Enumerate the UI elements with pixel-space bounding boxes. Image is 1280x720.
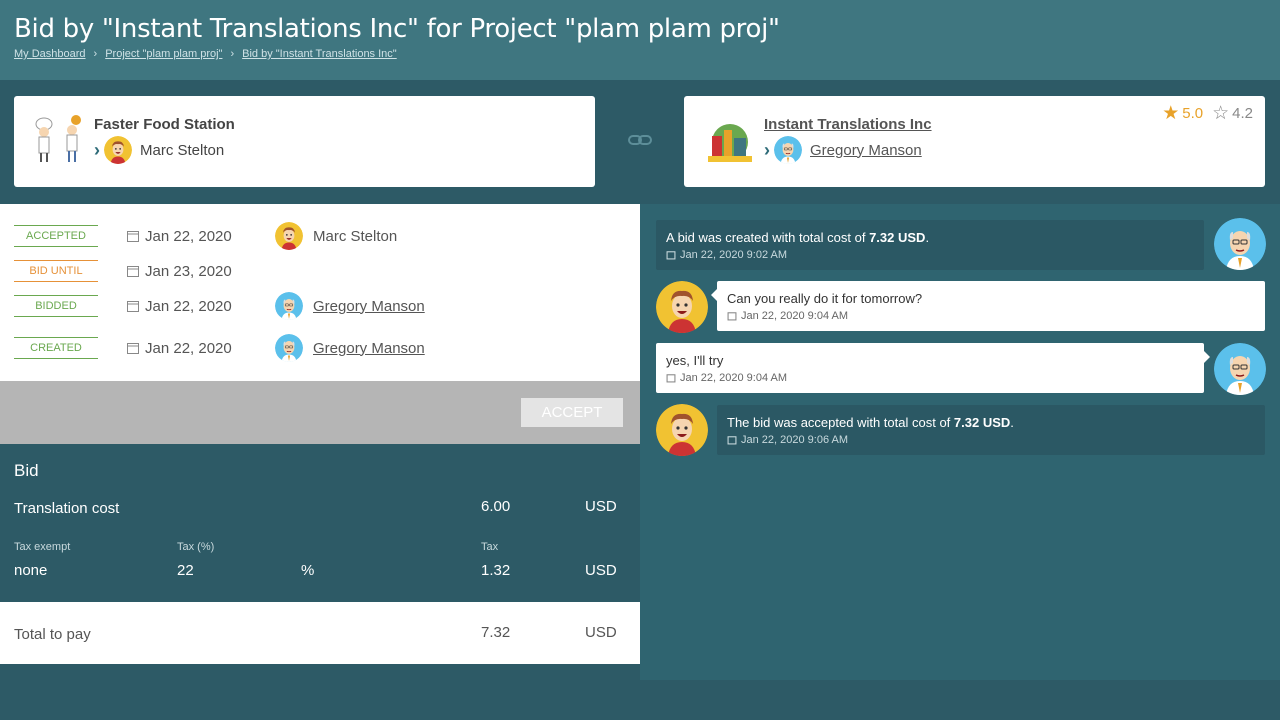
breadcrumb-bid-link[interactable]: Bid by "Instant Translations Inc" — [242, 48, 397, 60]
tax-percent-label: Tax (%) — [177, 541, 215, 553]
tax-percent-value: 22 — [177, 562, 194, 579]
avatar — [104, 136, 132, 164]
calendar-icon — [126, 299, 140, 313]
avatar — [1214, 218, 1266, 270]
message-text: A bid was created with total cost of 7.3… — [666, 230, 930, 245]
vendor-rating: ★ 5.0 ☆ 4.2 — [1162, 102, 1253, 125]
status-person: Gregory Manson — [275, 292, 425, 320]
bubble-tail — [711, 289, 717, 301]
tax-label: Tax — [481, 541, 499, 553]
percent-sign: % — [301, 562, 315, 579]
status-badge: BID UNTIL — [14, 260, 98, 282]
breadcrumb: My Dashboard › Project "plam plam proj" › Bi… — [14, 48, 397, 60]
page-header: Bid by "Instant Translations Inc" for Pr… — [0, 0, 1280, 80]
chat-message: yes, I'll try Jan 22, 2020 9:04 AM — [656, 343, 1210, 393]
client-person-name: Marc Stelton — [140, 141, 225, 159]
currency-label: USD — [585, 624, 617, 641]
tax-exempt-label: Tax exempt — [14, 541, 71, 553]
status-history: ACCEPTED Jan 22, 2020 Marc Stelton BID U… — [0, 204, 640, 381]
calendar-icon — [666, 251, 676, 260]
status-date: Jan 22, 2020 — [145, 297, 232, 315]
avatar — [275, 292, 303, 320]
status-badge: ACCEPTED — [14, 225, 98, 247]
message-text: The bid was accepted with total cost of … — [727, 415, 1014, 430]
status-row: ACCEPTED Jan 22, 2020 Marc Stelton — [14, 221, 634, 251]
calendar-icon — [727, 436, 737, 445]
vendor-card: Instant Translations Inc › Gregory Manso… — [684, 96, 1265, 187]
status-row: BID UNTIL Jan 23, 2020 — [14, 256, 634, 286]
message-time: Jan 22, 2020 9:04 AM — [666, 372, 787, 384]
chevron-right-icon: › — [764, 139, 770, 160]
breadcrumb-separator: › — [230, 48, 235, 60]
status-person: Marc Stelton — [275, 222, 397, 250]
chevron-right-icon: › — [94, 139, 100, 160]
chef-logo-icon — [35, 115, 81, 162]
bid-details: Bid Translation cost 6.00 USD Tax exempt… — [0, 444, 640, 602]
message-text: Can you really do it for tomorrow? — [727, 291, 923, 306]
status-person: Gregory Manson — [275, 334, 425, 362]
status-row: BIDDED Jan 22, 2020 Gregory Manson — [14, 291, 634, 321]
total-row: Total to pay 7.32 USD — [0, 602, 640, 664]
status-date: Jan 22, 2020 — [145, 339, 232, 357]
vendor-company-link[interactable]: Instant Translations Inc — [764, 116, 932, 133]
status-badge: BIDDED — [14, 295, 98, 317]
client-person-row: › Marc Stelton — [94, 135, 224, 165]
calendar-icon — [126, 341, 140, 355]
message-time: Jan 22, 2020 9:06 AM — [727, 434, 848, 446]
rating-main-value: 5.0 — [1182, 105, 1204, 122]
avatar — [275, 334, 303, 362]
calendar-icon — [666, 374, 676, 383]
status-row: CREATED Jan 22, 2020 Gregory Manson — [14, 333, 634, 363]
avatar — [275, 222, 303, 250]
accept-bar: ACCEPT — [0, 381, 640, 444]
message-time: Jan 22, 2020 9:04 AM — [727, 310, 848, 322]
vendor-person-row: › Gregory Manson — [764, 135, 922, 165]
status-person-link[interactable]: Gregory Manson — [313, 298, 425, 315]
chat-message: Can you really do it for tomorrow? Jan 2… — [711, 281, 1265, 331]
link-icon — [628, 135, 652, 145]
status-date: Jan 23, 2020 — [145, 262, 232, 280]
avatar — [656, 281, 708, 333]
page-title: Bid by "Instant Translations Inc" for Pr… — [14, 14, 780, 44]
currency-label: USD — [585, 498, 617, 515]
message-text: yes, I'll try — [666, 353, 724, 368]
star-outline-icon: ☆ — [1212, 103, 1230, 124]
status-person-name: Marc Stelton — [313, 227, 398, 245]
total-label: Total to pay — [14, 626, 91, 643]
vendor-person-link[interactable]: Gregory Manson — [810, 142, 922, 159]
tax-exempt-value: none — [14, 562, 48, 579]
bid-section-title: Bid — [14, 461, 39, 480]
chat-panel: A bid was created with total cost of 7.3… — [640, 204, 1280, 680]
accept-button[interactable]: ACCEPT — [521, 398, 623, 427]
vendor-logo-icon — [708, 124, 752, 162]
currency-label: USD — [585, 562, 617, 579]
client-card: Faster Food Station › Marc Stelton — [14, 96, 595, 187]
breadcrumb-dashboard-link[interactable]: My Dashboard — [14, 48, 86, 60]
status-badge: CREATED — [14, 337, 98, 359]
calendar-icon — [126, 229, 140, 243]
message-time: Jan 22, 2020 9:02 AM — [666, 249, 787, 261]
total-value: 7.32 — [481, 624, 511, 641]
avatar — [774, 136, 802, 164]
status-person-link[interactable]: Gregory Manson — [313, 340, 425, 357]
chat-message: The bid was accepted with total cost of … — [717, 405, 1265, 455]
star-filled-icon: ★ — [1162, 103, 1180, 124]
rating-secondary-value: 4.2 — [1232, 105, 1253, 122]
status-date: Jan 22, 2020 — [145, 227, 232, 245]
bubble-tail — [1204, 351, 1210, 363]
breadcrumb-project-link[interactable]: Project "plam plam proj" — [105, 48, 222, 60]
translation-cost-value: 6.00 — [481, 498, 511, 515]
chat-message: A bid was created with total cost of 7.3… — [656, 220, 1204, 270]
avatar — [656, 404, 708, 456]
avatar — [1214, 343, 1266, 395]
translation-cost-label: Translation cost — [14, 500, 120, 517]
client-company-name: Faster Food Station — [94, 116, 235, 133]
tax-value: 1.32 — [481, 562, 511, 579]
breadcrumb-separator: › — [93, 48, 98, 60]
calendar-icon — [727, 312, 737, 321]
calendar-icon — [126, 264, 140, 278]
